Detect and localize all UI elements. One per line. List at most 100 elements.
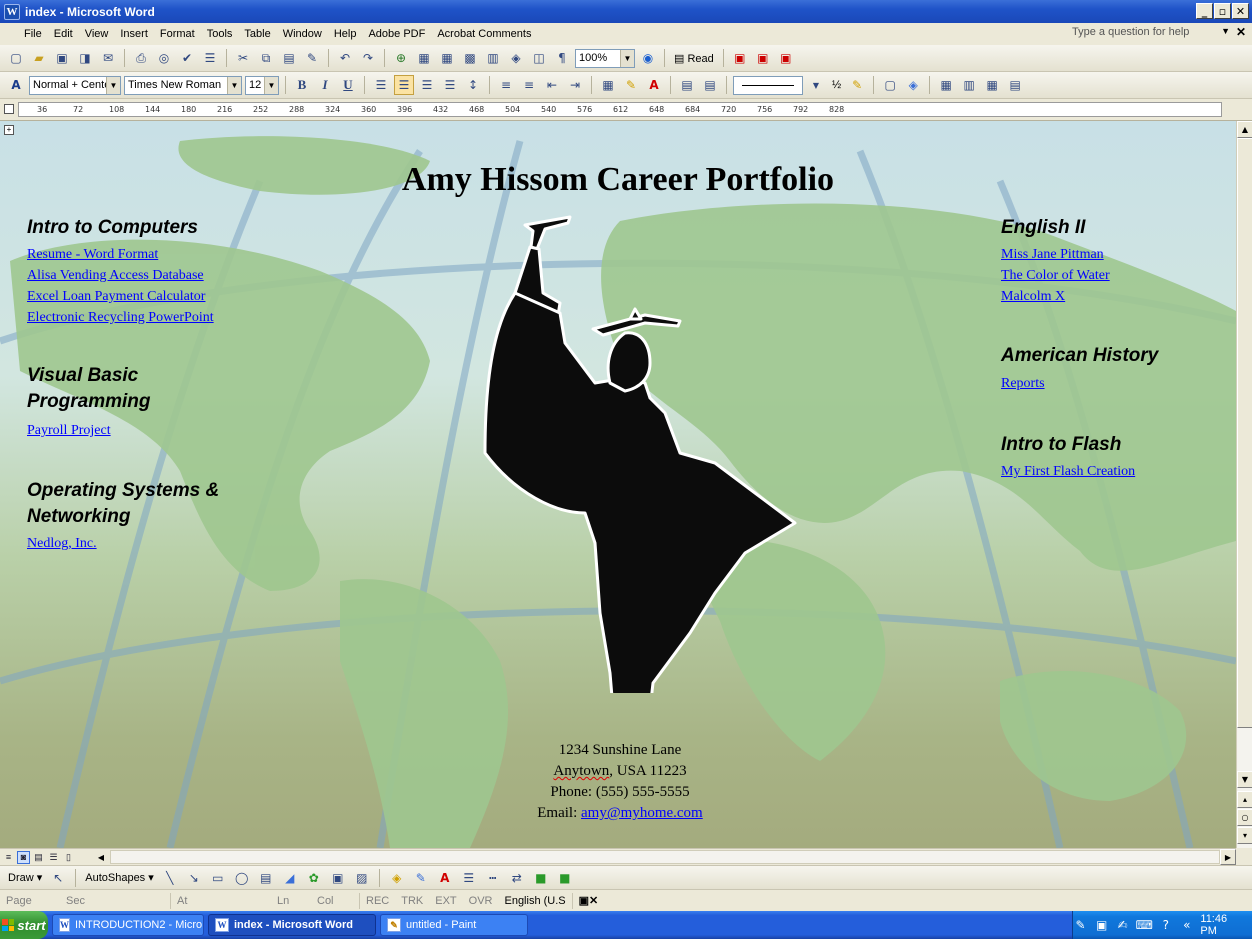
link-malcolm-x[interactable]: Malcolm X bbox=[1001, 289, 1065, 305]
permission-icon[interactable]: ◨ bbox=[75, 48, 95, 68]
shadow-style-icon[interactable]: ■ bbox=[531, 868, 551, 888]
graduate-silhouette-image[interactable] bbox=[475, 213, 805, 693]
align-cell-icon[interactable]: ▤ bbox=[1005, 75, 1025, 95]
diagram-icon[interactable]: ✿ bbox=[304, 868, 324, 888]
help-dropdown-icon[interactable]: ▼ bbox=[1221, 26, 1230, 36]
line-tool-icon[interactable]: ╲ bbox=[160, 868, 180, 888]
show-hidden-icons-icon[interactable]: « bbox=[1179, 917, 1194, 933]
styles-icon[interactable]: A bbox=[6, 75, 26, 95]
link-color-of-water[interactable]: The Color of Water bbox=[1001, 268, 1110, 284]
window-titlebar[interactable]: W index - Microsoft Word _ ▫ ✕ bbox=[0, 0, 1252, 23]
style-select[interactable]: Normal + Cente ▼ bbox=[29, 75, 121, 95]
line-style-dropdown-icon[interactable]: ▼ bbox=[806, 75, 826, 95]
save-icon[interactable]: ▣ bbox=[52, 48, 72, 68]
wordart-icon[interactable]: ◢ bbox=[280, 868, 300, 888]
email-link[interactable]: amy@myhome.com bbox=[581, 805, 703, 821]
shading-color-icon[interactable]: ◈ bbox=[903, 75, 923, 95]
cut-icon[interactable]: ✂ bbox=[233, 48, 253, 68]
justify-icon[interactable]: ☰ bbox=[440, 75, 460, 95]
new-document-icon[interactable]: ▢ bbox=[6, 48, 26, 68]
text-box-tool-icon[interactable]: ▤ bbox=[256, 868, 276, 888]
link-resume-word[interactable]: Resume - Word Format bbox=[27, 247, 158, 263]
bullets-icon[interactable]: ≡ bbox=[519, 75, 539, 95]
copy-icon[interactable]: ⧉ bbox=[256, 48, 276, 68]
borders-icon[interactable]: ▦ bbox=[598, 75, 618, 95]
increase-indent-icon[interactable]: ⇥ bbox=[565, 75, 585, 95]
align-left-icon[interactable]: ☰ bbox=[371, 75, 391, 95]
arrow-tool-icon[interactable]: ↘ bbox=[184, 868, 204, 888]
menu-view[interactable]: View bbox=[79, 28, 115, 40]
menu-insert[interactable]: Insert bbox=[114, 28, 154, 40]
status-rec[interactable]: REC bbox=[360, 895, 395, 907]
drawing-icon[interactable]: ◈ bbox=[506, 48, 526, 68]
autoshapes-menu-button[interactable]: AutoShapes ▾ bbox=[83, 871, 156, 884]
handwriting-tray-icon[interactable]: ✍ bbox=[1115, 917, 1130, 933]
normal-view-icon[interactable]: ≡ bbox=[2, 851, 15, 864]
print-icon[interactable]: ⎙ bbox=[131, 48, 151, 68]
font-color-icon[interactable]: A bbox=[644, 75, 664, 95]
minimize-button[interactable]: _ bbox=[1196, 3, 1213, 19]
zoom-dropdown-icon[interactable]: ▼ bbox=[620, 49, 634, 67]
pdf-review-icon[interactable]: ▣ bbox=[776, 48, 796, 68]
select-objects-icon[interactable]: ↖ bbox=[48, 868, 68, 888]
next-page-icon[interactable]: ▾ bbox=[1237, 827, 1252, 844]
word-app-icon[interactable]: W bbox=[4, 3, 20, 20]
arrow-style-icon[interactable]: ⇄ bbox=[507, 868, 527, 888]
vertical-scrollbar[interactable]: ▲ ▼ ▴ ○ ▾ bbox=[1236, 121, 1252, 848]
format-painter-icon[interactable]: ✎ bbox=[302, 48, 322, 68]
menu-edit[interactable]: Edit bbox=[48, 28, 79, 40]
insert-table-2-icon[interactable]: ▦ bbox=[936, 75, 956, 95]
insert-picture-icon[interactable]: ▨ bbox=[352, 868, 372, 888]
taskbar-item-index-word[interactable]: Windex - Microsoft Word bbox=[208, 914, 376, 936]
pen-tray-icon[interactable]: ✎ bbox=[1073, 917, 1088, 933]
split-cells-icon[interactable]: ▦ bbox=[982, 75, 1002, 95]
print-preview-icon[interactable]: ◎ bbox=[154, 48, 174, 68]
web-layout-icon[interactable]: ◙ bbox=[17, 850, 30, 864]
link-miss-jane-pittman[interactable]: Miss Jane Pittman bbox=[1001, 247, 1104, 263]
menu-format[interactable]: Format bbox=[154, 28, 201, 40]
insert-excel-icon[interactable]: ▩ bbox=[460, 48, 480, 68]
display-tray-icon[interactable]: ▣ bbox=[1094, 917, 1109, 933]
open-folder-icon[interactable]: ▰ bbox=[29, 48, 49, 68]
bold-icon[interactable]: B bbox=[292, 75, 312, 95]
link-alisa-vending-database[interactable]: Alisa Vending Access Database bbox=[27, 268, 204, 284]
merge-cells-icon[interactable]: ▥ bbox=[959, 75, 979, 95]
align-center-icon[interactable]: ☰ bbox=[394, 75, 414, 95]
line-style-select[interactable] bbox=[733, 75, 803, 95]
menu-acrobat-comments[interactable]: Acrobat Comments bbox=[431, 28, 537, 40]
status-trk[interactable]: TRK bbox=[395, 895, 429, 907]
align-right-icon[interactable]: ☰ bbox=[417, 75, 437, 95]
insert-table-icon[interactable]: ▦ bbox=[437, 48, 457, 68]
3d-style-icon[interactable]: ■ bbox=[555, 868, 575, 888]
show-hide-icon[interactable]: ¶ bbox=[552, 48, 572, 68]
style-dropdown-icon[interactable]: ▼ bbox=[106, 76, 120, 94]
menu-table[interactable]: Table bbox=[238, 28, 276, 40]
pdf-email-icon[interactable]: ▣ bbox=[753, 48, 773, 68]
draw-menu-button[interactable]: Draw ▾ bbox=[6, 871, 44, 884]
edit-text-icon[interactable]: ▤ bbox=[700, 75, 720, 95]
oval-tool-icon[interactable]: ◯ bbox=[232, 868, 252, 888]
previous-page-icon[interactable]: ▴ bbox=[1237, 791, 1252, 808]
reading-layout-icon[interactable]: ▯ bbox=[62, 851, 75, 864]
status-ext[interactable]: EXT bbox=[429, 895, 462, 907]
tables-borders-icon[interactable]: ▦ bbox=[414, 48, 434, 68]
start-button[interactable]: start bbox=[0, 911, 48, 939]
link-excel-loan-calculator[interactable]: Excel Loan Payment Calculator bbox=[27, 289, 205, 305]
scroll-right-icon[interactable]: ▶ bbox=[1220, 849, 1236, 865]
line-color-icon[interactable]: ✎ bbox=[847, 75, 867, 95]
columns-icon[interactable]: ▥ bbox=[483, 48, 503, 68]
browse-object-icon[interactable]: ○ bbox=[1237, 809, 1252, 826]
link-first-flash-creation[interactable]: My First Flash Creation bbox=[1001, 464, 1135, 480]
draw-line-color-icon[interactable]: ✎ bbox=[411, 868, 431, 888]
email-icon[interactable]: ✉ bbox=[98, 48, 118, 68]
fill-color-icon[interactable]: ◈ bbox=[387, 868, 407, 888]
help-icon[interactable]: ◉ bbox=[638, 48, 658, 68]
taskbar-item-introduction2[interactable]: W INTRODUCTION2 - Micro... bbox=[52, 914, 204, 936]
clock[interactable]: 11:46 PM bbox=[1200, 913, 1244, 937]
clip-art-icon[interactable]: ▣ bbox=[328, 868, 348, 888]
text-box-icon[interactable]: ▤ bbox=[677, 75, 697, 95]
italic-icon[interactable]: I bbox=[315, 75, 335, 95]
zoom-select[interactable]: 100% ▼ bbox=[575, 48, 635, 68]
numbering-icon[interactable]: ≡ bbox=[496, 75, 516, 95]
scroll-down-icon[interactable]: ▼ bbox=[1237, 771, 1252, 788]
